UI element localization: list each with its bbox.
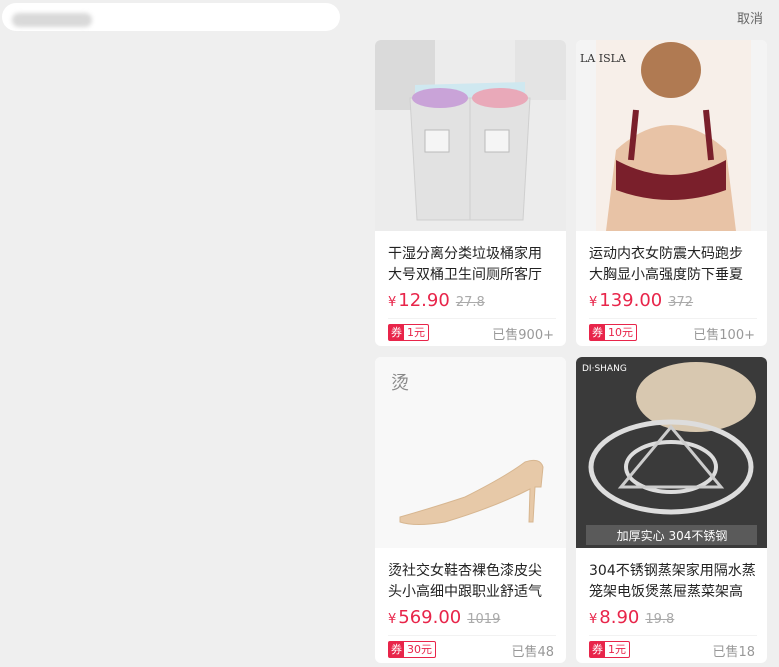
coupon-badge: 券 30元 [388, 641, 436, 658]
high-heel-shoe-image: 烫 [375, 357, 566, 548]
sold-count: 已售900+ [492, 328, 554, 343]
product-title: 运动内衣女防震大码跑步 大胸显小高强度防下垂夏 [589, 246, 743, 283]
product-card[interactable]: LA ISLA 运动内衣女防震大码跑步 大胸显小高强度防下垂夏 ¥139.00 3… [576, 40, 767, 346]
svg-text:烫: 烫 [391, 373, 409, 394]
price: ¥139.00 372 [589, 290, 694, 311]
sold-count: 已售18 [712, 645, 755, 660]
product-title: 干湿分离分类垃圾桶家用 大号双桶卫生间厕所客厅 [388, 246, 542, 283]
image-banner-text: 加厚实心 304不锈钢 [617, 528, 728, 543]
steamer-rack-image: 加厚实心 304不锈钢 DI·SHANG [576, 357, 767, 548]
search-query-blurred [12, 13, 92, 27]
sports-bra-image: LA ISLA [576, 40, 767, 231]
product-card[interactable]: 加厚实心 304不锈钢 DI·SHANG 304不锈钢蒸架家用隔水蒸 笼架电饭煲… [576, 357, 767, 663]
coupon-badge: 券 10元 [589, 324, 637, 341]
price: ¥12.90 27.8 [388, 290, 485, 311]
brand-logo-text: DI·SHANG [582, 364, 627, 374]
price: ¥8.90 19.8 [589, 607, 675, 628]
price: ¥569.00 1019 [388, 607, 501, 628]
search-input[interactable] [2, 3, 340, 31]
trash-bin-image [375, 40, 566, 231]
sold-count: 已售100+ [693, 328, 755, 343]
product-card[interactable]: 干湿分离分类垃圾桶家用 大号双桶卫生间厕所客厅 ¥12.90 27.8 券 1元 已… [375, 40, 566, 346]
cancel-button[interactable]: 取消 [737, 8, 763, 27]
product-card[interactable]: 烫 烫社交女鞋杏裸色漆皮尖 头小高细中跟职业舒适气 ¥569.00 1019 券3… [375, 357, 566, 663]
sold-count: 已售48 [511, 645, 554, 660]
product-title: 304不锈钢蒸架家用隔水蒸 笼架电饭煲蒸屉蒸菜架高 [589, 563, 756, 600]
coupon-badge: 券 1元 [388, 324, 429, 341]
product-title: 烫社交女鞋杏裸色漆皮尖 头小高细中跟职业舒适气 [388, 563, 542, 600]
coupon-badge: 券 1元 [589, 641, 630, 658]
brand-logo-text: LA ISLA [580, 52, 627, 65]
